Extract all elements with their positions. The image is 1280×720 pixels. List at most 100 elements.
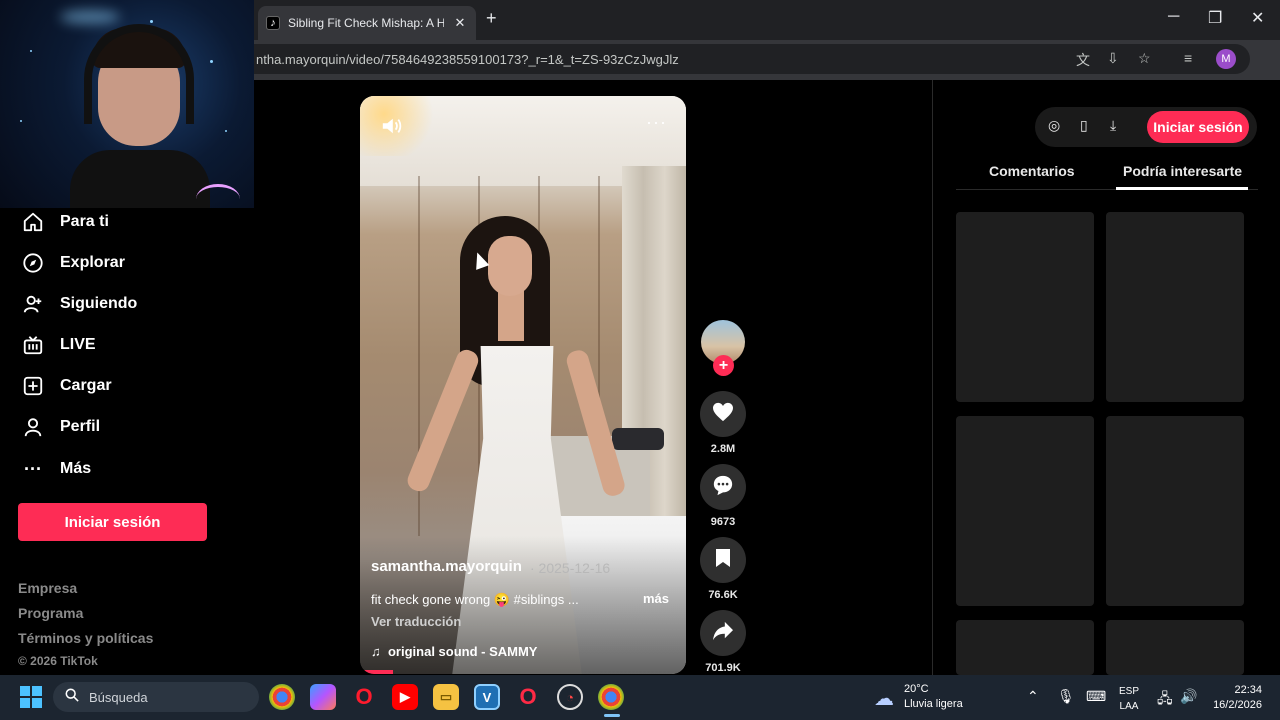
close-window-icon[interactable]: ✕ [1251, 8, 1264, 28]
translate-link[interactable]: Ver traducción [371, 614, 461, 629]
chrome-icon[interactable] [269, 684, 295, 710]
tab-close-icon[interactable]: ✕ [452, 15, 468, 31]
suggested-video-card[interactable] [956, 620, 1094, 675]
mobile-device-icon[interactable]: ▯ [1080, 117, 1088, 134]
home-icon [22, 211, 44, 233]
chrome-profile-icon[interactable] [598, 684, 624, 710]
video-progress-bar[interactable] [360, 670, 393, 674]
footer-link-programa[interactable]: Programa [18, 605, 83, 621]
sidebar-item-perfil[interactable]: Perfil [22, 414, 100, 440]
suggested-video-card[interactable] [1106, 416, 1244, 606]
video-caption: fit check gone wrong 😜 #siblings ... [371, 592, 579, 607]
sidebar-login-button[interactable]: Iniciar sesión [18, 503, 207, 541]
bookmark-star-icon[interactable]: ☆ [1138, 50, 1151, 67]
taskbar-search[interactable]: Búsqueda [53, 682, 259, 712]
more-dots-icon: ··· [24, 458, 42, 479]
coin-icon[interactable]: ◎ [1048, 117, 1060, 134]
share-button[interactable] [700, 610, 746, 656]
follow-button[interactable]: + [713, 355, 734, 376]
suggested-video-card[interactable] [1106, 620, 1244, 675]
suggested-video-card[interactable] [956, 416, 1094, 606]
tray-chevron-icon[interactable]: ⌃ [1027, 688, 1039, 705]
youtube-icon[interactable]: ▶ [392, 684, 418, 710]
sidebar-item-para-ti[interactable]: Para ti [22, 209, 109, 235]
language-indicator[interactable]: ESP LAA [1119, 684, 1139, 714]
footer-link-terminos[interactable]: Términos y políticas [18, 630, 153, 646]
comment-count: 9673 [710, 516, 736, 528]
taskbar-search-placeholder: Búsqueda [89, 689, 148, 705]
sidebar-item-mas[interactable]: ··· Más [22, 456, 91, 482]
bookmark-icon [715, 548, 731, 573]
browser-tab[interactable]: ♪ Sibling Fit Check Mishap: A Hila ✕ [258, 6, 476, 40]
copilot-icon[interactable] [310, 684, 336, 710]
translate-icon[interactable]: 文 [1076, 50, 1090, 70]
opera-gx-icon[interactable]: O [515, 684, 541, 710]
tiktok-favicon-icon: ♪ [266, 16, 280, 30]
like-button[interactable] [700, 391, 746, 437]
compass-icon [22, 252, 44, 274]
weather-rain-icon[interactable]: ☁ [874, 686, 894, 711]
clock[interactable]: 22:34 16/2/2026 [1204, 683, 1262, 713]
active-tab-indicator [1116, 187, 1248, 190]
sidebar-item-label: Más [60, 460, 92, 477]
keyboard-icon[interactable]: ⌨ [1086, 688, 1106, 705]
network-icon[interactable]: 🖧 [1157, 688, 1173, 712]
keyboard-layout: LAA [1119, 701, 1139, 712]
right-panel-divider [932, 80, 933, 675]
screen: ♪ Sibling Fit Check Mishap: A Hila ✕ + ─… [0, 0, 1280, 720]
language-code: ESP [1119, 686, 1140, 697]
install-app-icon[interactable]: ⇩ [1107, 50, 1119, 67]
minimize-icon[interactable]: ─ [1168, 8, 1179, 26]
video-more-options-icon[interactable]: ··· [646, 112, 667, 133]
suggested-video-card[interactable] [956, 212, 1094, 402]
share-icon [712, 621, 734, 646]
sidebar-item-live[interactable]: LIVE [22, 332, 96, 358]
clock-date: 16/2/2026 [1213, 699, 1262, 711]
tab-title: Sibling Fit Check Mishap: A Hila [288, 16, 444, 30]
file-explorer-icon[interactable]: ▭ [433, 684, 459, 710]
video-player[interactable]: ··· samantha.mayorquin · 2025-12-16 fit … [360, 96, 686, 674]
search-icon [65, 688, 79, 707]
volume-icon[interactable]: 🔊 [1180, 688, 1197, 705]
webcam-overlay [0, 0, 254, 208]
media-queue-icon[interactable]: ≡ [1184, 50, 1192, 66]
clock-time: 22:34 [1234, 684, 1262, 696]
upload-plus-icon [22, 375, 44, 397]
like-count: 2.8M [710, 443, 736, 455]
save-count: 76.6K [708, 589, 738, 601]
vegas-icon[interactable]: V [474, 684, 500, 710]
tab-comentarios[interactable]: Comentarios [989, 163, 1075, 179]
caption-more-button[interactable]: más [643, 591, 669, 606]
opera-icon[interactable]: O [351, 684, 377, 710]
speedometer-icon[interactable]: ◔ [557, 684, 583, 710]
video-sound[interactable]: ♫ original sound - SAMMY [371, 644, 537, 659]
sidebar-item-cargar[interactable]: Cargar [22, 373, 112, 399]
profile-avatar[interactable]: M [1216, 49, 1236, 69]
windows-start-icon[interactable] [20, 686, 42, 708]
sidebar-item-label: LIVE [60, 336, 96, 353]
share-count: 701.9K [705, 662, 741, 674]
footer-link-empresa[interactable]: Empresa [18, 580, 77, 596]
sidebar-item-label: Siguiendo [60, 295, 138, 312]
download-icon[interactable]: ⤓ [1110, 117, 1116, 134]
comment-button[interactable] [700, 464, 746, 510]
sidebar-item-explorar[interactable]: Explorar [22, 250, 125, 276]
microphone-icon[interactable]: 🎙 [1057, 688, 1075, 705]
url-text[interactable]: ntha.mayorquin/video/7584649238559100173… [256, 52, 679, 67]
sidebar-item-label: Explorar [60, 254, 125, 271]
profile-icon [22, 416, 44, 438]
weather-temperature[interactable]: 20°C [904, 683, 929, 695]
video-author[interactable]: samantha.mayorquin [371, 558, 522, 575]
header-login-button[interactable]: Iniciar sesión [1147, 111, 1249, 143]
save-button[interactable] [700, 537, 746, 583]
music-note-icon: ♫ [371, 644, 381, 659]
suggested-video-card[interactable] [1106, 212, 1244, 402]
comment-icon [712, 474, 734, 501]
new-tab-button[interactable]: + [486, 8, 497, 29]
restore-icon[interactable]: ❐ [1208, 8, 1222, 28]
weather-condition[interactable]: Lluvia ligera [904, 698, 963, 710]
sidebar-item-siguiendo[interactable]: Siguiendo [22, 291, 137, 317]
tab-podria-interesarte[interactable]: Podría interesarte [1123, 163, 1242, 179]
sound-toggle-icon[interactable] [380, 116, 402, 141]
live-tv-icon [22, 334, 44, 356]
